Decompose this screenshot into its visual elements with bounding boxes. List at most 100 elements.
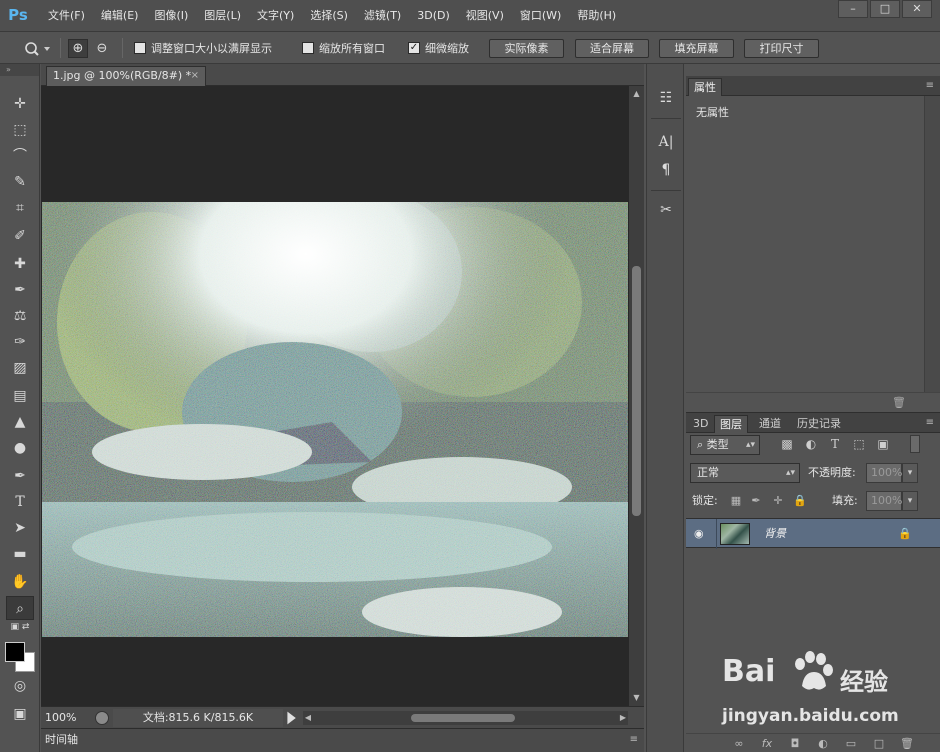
filter-toggle-switch[interactable] xyxy=(910,435,920,453)
minimize-button[interactable]: – xyxy=(838,0,868,18)
menu-type[interactable]: 文字(Y) xyxy=(249,0,302,32)
type-tool-icon[interactable]: T xyxy=(6,490,34,514)
vertical-scroll-thumb[interactable] xyxy=(632,266,641,516)
pen-tool-icon[interactable]: ✒ xyxy=(6,464,34,488)
status-info-icon[interactable] xyxy=(95,711,109,725)
close-window-button[interactable]: ✕ xyxy=(902,0,932,18)
menu-window[interactable]: 窗口(W) xyxy=(512,0,569,32)
eye-icon[interactable]: ◉ xyxy=(694,527,708,541)
history-brush-tool-icon[interactable]: ✑ xyxy=(6,330,34,354)
zoom-tool-preset-icon[interactable] xyxy=(22,40,52,58)
tab-3d[interactable]: 3D xyxy=(688,415,713,433)
close-tab-icon[interactable]: × xyxy=(191,67,199,85)
fill-screen-button[interactable]: 填充屏幕 xyxy=(659,39,734,58)
canvas-area[interactable] xyxy=(41,86,629,706)
dodge-tool-icon[interactable]: ● xyxy=(6,436,34,460)
scroll-right-icon[interactable]: ▶ xyxy=(618,712,628,724)
properties-scrollbar[interactable] xyxy=(924,96,940,392)
zoom-level[interactable]: 100% xyxy=(45,709,89,727)
fit-window-checkbox[interactable] xyxy=(134,42,146,54)
move-tool-icon[interactable]: ✛ xyxy=(6,92,34,116)
lock-position-icon[interactable]: ✛ xyxy=(770,491,786,511)
menu-filter[interactable]: 滤镜(T) xyxy=(356,0,409,32)
trash-icon[interactable]: 🗑 xyxy=(892,396,906,410)
hand-tool-icon[interactable]: ✋ xyxy=(6,570,34,594)
blend-mode-select[interactable]: 正常 ▴▾ xyxy=(690,463,800,483)
menu-help[interactable]: 帮助(H) xyxy=(569,0,624,32)
menu-select[interactable]: 选择(S) xyxy=(302,0,356,32)
print-size-button[interactable]: 打印尺寸 xyxy=(744,39,819,58)
layer-comps-icon[interactable]: ☷ xyxy=(653,86,679,110)
menu-view[interactable]: 视图(V) xyxy=(458,0,512,32)
clone-stamp-tool-icon[interactable]: ⚖ xyxy=(6,304,34,328)
document-image[interactable] xyxy=(42,202,628,637)
tab-history[interactable]: 历史记录 xyxy=(792,415,846,433)
horizontal-scroll-thumb[interactable] xyxy=(411,714,515,722)
zoom-all-checkbox[interactable] xyxy=(302,42,314,54)
fill-dropdown-icon[interactable]: ▾ xyxy=(902,491,918,511)
status-menu-arrow-icon[interactable] xyxy=(287,711,296,725)
fill-input[interactable]: 100% xyxy=(866,491,902,511)
scroll-left-icon[interactable]: ◀ xyxy=(303,712,313,724)
tab-properties[interactable]: 属性 xyxy=(688,78,722,96)
paragraph-panel-icon[interactable]: ¶ xyxy=(653,158,679,182)
blur-tool-icon[interactable]: ▲ xyxy=(6,410,34,434)
eyedropper-tool-icon[interactable]: ✐ xyxy=(6,224,34,248)
layers-panel-menu-icon[interactable]: ≡ xyxy=(926,413,934,433)
scroll-down-icon[interactable]: ▼ xyxy=(629,692,644,704)
adjustment-filter-icon[interactable]: ◐ xyxy=(802,435,820,453)
layer-row[interactable]: ◉ 背景 🔒 xyxy=(686,518,940,549)
timeline-panel-menu-icon[interactable]: ≡ xyxy=(630,731,638,749)
scrubby-zoom-checkbox[interactable]: ✓ xyxy=(408,42,420,54)
rectangle-tool-icon[interactable]: ▬ xyxy=(6,542,34,566)
horizontal-scrollbar[interactable]: ◀ ▶ xyxy=(303,711,628,725)
menu-3d[interactable]: 3D(D) xyxy=(409,0,458,32)
tab-layers[interactable]: 图层 xyxy=(714,415,748,433)
shape-filter-icon[interactable]: ⬚ xyxy=(850,435,868,453)
lock-transparent-icon[interactable]: ▦ xyxy=(728,491,744,511)
marquee-tool-icon[interactable]: ⬚ xyxy=(6,118,34,142)
screen-mode-icon[interactable]: ▣ xyxy=(6,702,34,726)
menu-layer[interactable]: 图层(L) xyxy=(196,0,249,32)
document-tab[interactable]: 1.jpg @ 100%(RGB/8#) * × xyxy=(46,66,206,86)
brush-tool-icon[interactable]: ✒ xyxy=(6,278,34,302)
pixel-filter-icon[interactable]: ▩ xyxy=(778,435,796,453)
crop-tool-icon[interactable]: ⌗ xyxy=(6,196,34,220)
maximize-button[interactable]: □ xyxy=(870,0,900,18)
scrubby-zoom-option[interactable]: ✓ 细微缩放 xyxy=(408,32,469,64)
layer-filter-kind-select[interactable]: ⌕ 类型 ▴▾ xyxy=(690,435,760,455)
default-colors-icon[interactable]: ▣ ⇄ xyxy=(6,620,34,634)
quick-selection-tool-icon[interactable]: ✎ xyxy=(6,170,34,194)
character-panel-icon[interactable]: A| xyxy=(653,130,679,154)
foreground-color-swatch[interactable] xyxy=(5,642,25,662)
lasso-tool-icon[interactable]: ⌒ xyxy=(6,144,34,168)
type-filter-icon[interactable]: T xyxy=(826,435,844,453)
lock-all-icon[interactable]: 🔒 xyxy=(792,491,808,511)
eraser-tool-icon[interactable]: ▨ xyxy=(6,356,34,380)
healing-brush-tool-icon[interactable]: ✚ xyxy=(6,252,34,276)
opacity-dropdown-icon[interactable]: ▾ xyxy=(902,463,918,483)
vertical-scrollbar[interactable]: ▲ ▼ xyxy=(629,86,644,706)
quick-mask-icon[interactable]: ◎ xyxy=(6,674,34,698)
smart-object-filter-icon[interactable]: ▣ xyxy=(874,435,892,453)
tab-channels[interactable]: 通道 xyxy=(754,415,786,433)
fit-screen-button[interactable]: 适合屏幕 xyxy=(575,39,649,58)
layer-name[interactable]: 背景 xyxy=(764,519,786,549)
gradient-tool-icon[interactable]: ▤ xyxy=(6,384,34,408)
path-selection-tool-icon[interactable]: ➤ xyxy=(6,516,34,540)
fit-window-option[interactable]: 调整窗口大小以满屏显示 xyxy=(134,32,272,64)
zoom-in-icon[interactable]: ⊕ xyxy=(68,39,88,58)
layer-thumbnail[interactable] xyxy=(720,523,750,545)
zoom-out-icon[interactable]: ⊖ xyxy=(92,39,112,58)
properties-panel-menu-icon[interactable]: ≡ xyxy=(926,76,934,96)
menu-edit[interactable]: 编辑(E) xyxy=(93,0,147,32)
menu-file[interactable]: 文件(F) xyxy=(40,0,93,32)
lock-pixels-icon[interactable]: ✒ xyxy=(748,491,764,511)
actual-pixels-button[interactable]: 实际像素 xyxy=(489,39,564,58)
zoom-tool-icon[interactable]: ⌕ xyxy=(6,596,34,620)
tools-panel-grip[interactable]: » xyxy=(0,64,39,76)
tool-presets-icon[interactable]: ✂ xyxy=(653,198,679,222)
opacity-input[interactable]: 100% xyxy=(866,463,902,483)
menu-image[interactable]: 图像(I) xyxy=(146,0,196,32)
timeline-tab[interactable]: 时间轴 xyxy=(45,731,78,749)
